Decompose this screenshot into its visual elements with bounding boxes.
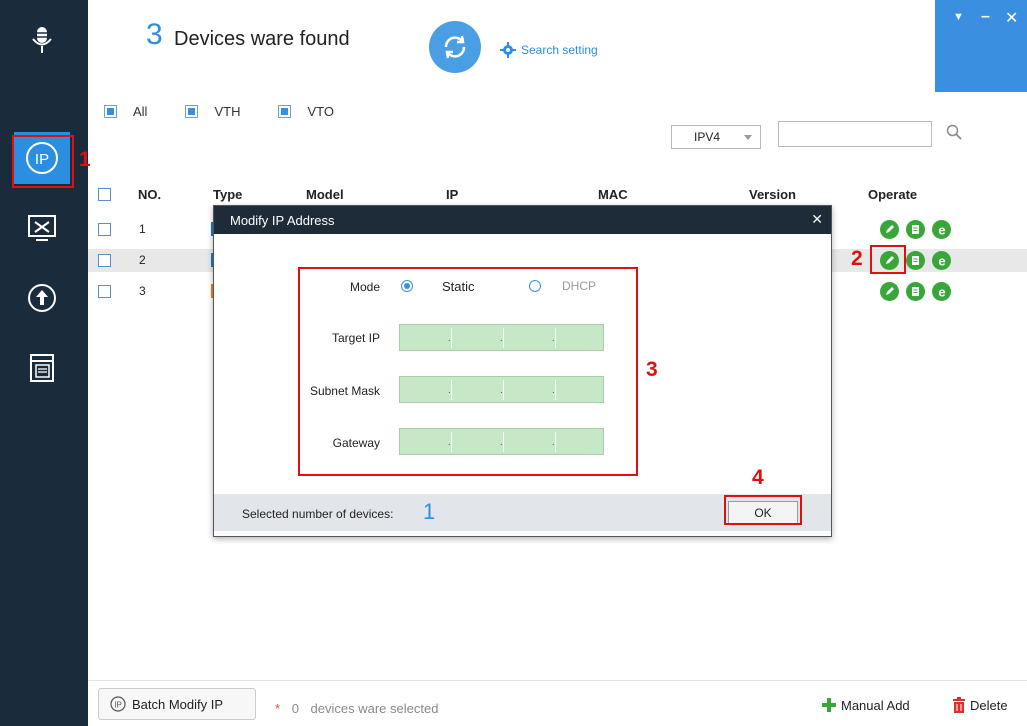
row-checkbox[interactable]: [98, 254, 111, 267]
batch-modify-ip-label: Batch Modify IP: [132, 696, 224, 712]
microphone-icon: [32, 27, 52, 53]
devices-found-text: Devices ware found: [174, 28, 350, 50]
delete-button[interactable]: Delete: [952, 697, 1008, 713]
filter-vto[interactable]: VTO: [278, 104, 334, 119]
col-version: Version: [749, 187, 796, 202]
selected-number-label: Selected number of devices:: [242, 507, 394, 521]
dialog-title: Modify IP Address: [230, 213, 335, 228]
refresh-button[interactable]: [429, 21, 481, 73]
select-all-checkbox[interactable]: [98, 188, 111, 201]
annotation-box-1: [12, 135, 74, 188]
svg-text:IP: IP: [114, 701, 122, 710]
refresh-icon: [444, 35, 466, 59]
annotation-box-3: [298, 267, 638, 476]
selected-devices-info: * 0 devices ware selected: [275, 701, 438, 716]
header: 3 Devices ware found Search setting ▼ – …: [88, 0, 1027, 92]
selected-devices-count: 0: [291, 701, 299, 716]
gear-icon: [500, 42, 516, 58]
row-number: 2: [139, 253, 146, 267]
row-number: 3: [139, 284, 146, 298]
browser-icon: e: [938, 286, 945, 298]
filter-vth-checkbox[interactable]: [185, 105, 199, 118]
filter-all-checkbox[interactable]: [104, 105, 117, 118]
pencil-icon: [886, 287, 894, 295]
sidebar-item-documents[interactable]: [14, 342, 70, 394]
filter-vth-label: VTH: [214, 104, 241, 119]
filter-vto-label: VTO: [307, 104, 334, 119]
minimize-icon[interactable]: –: [981, 8, 990, 26]
document-icon: [30, 354, 54, 382]
tools-monitor-icon: [28, 215, 56, 241]
filter-all-label: All: [133, 104, 148, 119]
plus-icon: [822, 698, 836, 712]
manual-add-label: Manual Add: [841, 697, 910, 713]
col-type: Type: [213, 187, 243, 202]
type-filters: All VTH VTO: [104, 104, 334, 119]
device-info-button[interactable]: [906, 282, 925, 301]
info-icon: [912, 287, 919, 296]
row-checkbox[interactable]: [98, 223, 111, 236]
web-login-button[interactable]: e: [932, 251, 951, 270]
filter-vth[interactable]: VTH: [185, 104, 240, 119]
search-setting-link[interactable]: Search setting: [500, 42, 598, 58]
annotation-number-3: 3: [646, 358, 658, 381]
close-icon[interactable]: ✕: [1005, 8, 1018, 28]
upgrade-icon: [28, 284, 56, 312]
annotation-number-1: 1: [79, 148, 91, 171]
chevron-down-icon: [744, 135, 752, 140]
trash-icon: [953, 697, 965, 713]
modify-ip-button[interactable]: [880, 282, 899, 301]
sidebar: IP: [0, 0, 88, 726]
browser-icon: e: [938, 224, 945, 236]
dialog-title-bar: Modify IP Address ✕: [214, 206, 831, 234]
filter-all[interactable]: All: [104, 104, 147, 119]
search-setting-label: Search setting: [521, 43, 598, 57]
pencil-icon: [886, 225, 894, 233]
bottom-bar: IP Batch Modify IP * 0 devices ware sele…: [88, 680, 1027, 726]
svg-text:e: e: [938, 255, 945, 267]
row-checkbox[interactable]: [98, 285, 111, 298]
required-star: *: [275, 701, 281, 716]
selected-number-value: 1: [423, 499, 436, 524]
web-login-button[interactable]: e: [932, 282, 951, 301]
svg-text:e: e: [938, 286, 945, 298]
browser-icon: e: [938, 255, 945, 267]
menu-dropdown-icon[interactable]: ▼: [953, 11, 964, 23]
sidebar-item-microphone[interactable]: [14, 14, 70, 66]
selected-devices-text: devices ware selected: [310, 701, 439, 716]
ip-version-select[interactable]: IPV4: [671, 125, 761, 149]
col-no: NO.: [138, 187, 162, 202]
dialog-close-icon[interactable]: ✕: [811, 211, 823, 228]
manual-add-button[interactable]: Manual Add: [821, 697, 910, 713]
annotation-number-2: 2: [851, 247, 863, 270]
delete-label: Delete: [970, 697, 1008, 713]
info-icon: [912, 225, 919, 234]
search-icon: [946, 124, 962, 140]
batch-ip-icon: IP: [110, 696, 126, 712]
window-controls: ▼ – ✕: [935, 0, 1027, 92]
device-count: 3: [146, 18, 163, 51]
search-button[interactable]: [946, 124, 962, 143]
svg-text:e: e: [938, 224, 945, 236]
web-login-button[interactable]: e: [932, 220, 951, 239]
filter-vto-checkbox[interactable]: [278, 105, 292, 118]
annotation-box-4: [724, 495, 802, 525]
annotation-box-2: [870, 245, 906, 274]
col-mac: MAC: [598, 187, 628, 202]
sidebar-item-tools[interactable]: [14, 202, 70, 254]
batch-modify-ip-button[interactable]: IP Batch Modify IP: [98, 688, 256, 720]
annotation-number-4: 4: [752, 466, 764, 489]
sidebar-item-upgrade[interactable]: [14, 272, 70, 324]
modify-ip-button[interactable]: [880, 220, 899, 239]
search-input[interactable]: [778, 121, 932, 147]
col-model: Model: [306, 187, 344, 202]
ip-version-value: IPV4: [694, 130, 721, 144]
device-info-button[interactable]: [906, 251, 925, 270]
row-number: 1: [139, 222, 146, 236]
col-ip: IP: [446, 187, 459, 202]
device-info-button[interactable]: [906, 220, 925, 239]
info-icon: [912, 256, 919, 265]
col-operate: Operate: [868, 187, 918, 202]
